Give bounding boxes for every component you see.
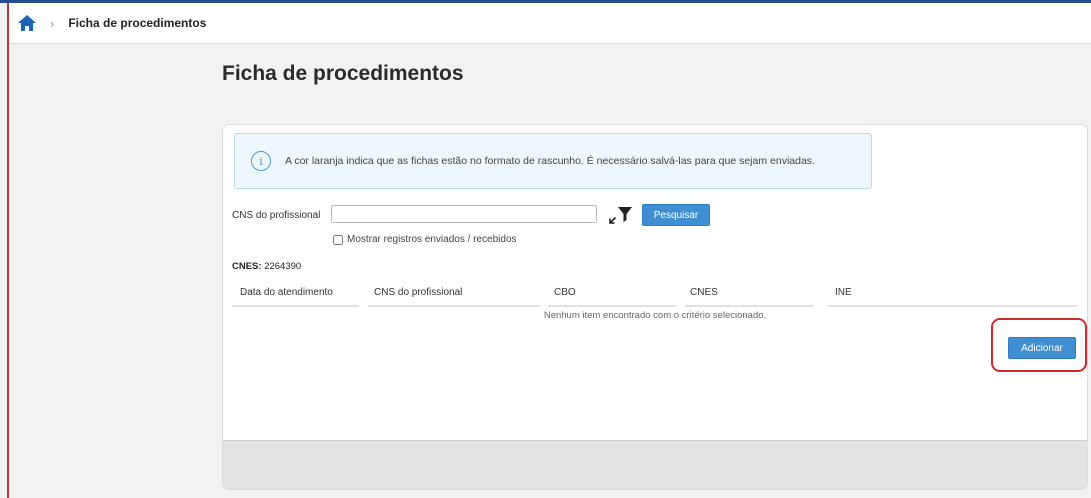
column-header-cnes[interactable]: CNES	[690, 287, 718, 298]
info-alert: i A cor laranja indica que as fichas est…	[234, 133, 872, 189]
info-alert-text: A cor laranja indica que as fichas estão…	[285, 155, 815, 167]
clear-filter-icon[interactable]	[608, 205, 634, 225]
card-footer	[223, 440, 1087, 489]
column-underline	[828, 305, 1078, 307]
column-header-cbo[interactable]: CBO	[554, 287, 576, 298]
cns-input[interactable]	[331, 205, 597, 223]
info-icon: i	[251, 151, 271, 171]
cnes-info: CNES: 2264390	[232, 261, 301, 272]
page-title: Ficha de procedimentos	[222, 62, 464, 85]
cns-filter-label: CNS do profissional	[232, 210, 321, 221]
breadcrumb-separator: ›	[50, 15, 55, 31]
column-header-date[interactable]: Data do atendimento	[240, 287, 333, 298]
highlight-annotation	[991, 318, 1087, 372]
breadcrumb: › Ficha de procedimentos	[9, 3, 1091, 44]
search-button[interactable]: Pesquisar	[642, 204, 710, 226]
show-sent-records-checkbox[interactable]	[333, 234, 343, 245]
column-underline	[368, 305, 540, 307]
main-card: i A cor laranja indica que as fichas est…	[222, 124, 1088, 490]
column-underline	[232, 305, 359, 307]
cnes-value: 2264390	[264, 261, 302, 272]
breadcrumb-current: Ficha de procedimentos	[68, 16, 207, 30]
column-header-ine[interactable]: INE	[835, 287, 852, 298]
column-underline	[685, 305, 813, 307]
column-header-cns[interactable]: CNS do profissional	[374, 287, 462, 298]
cnes-key: CNES:	[232, 261, 262, 272]
table-empty-message: Nenhum item encontrado com o critério se…	[543, 310, 767, 321]
frame-left-border	[7, 3, 9, 498]
show-sent-records-option: Mostrar registros enviados / recebidos	[333, 234, 517, 245]
home-icon[interactable]	[16, 12, 38, 34]
show-sent-records-label: Mostrar registros enviados / recebidos	[347, 234, 517, 245]
column-underline	[548, 305, 676, 307]
